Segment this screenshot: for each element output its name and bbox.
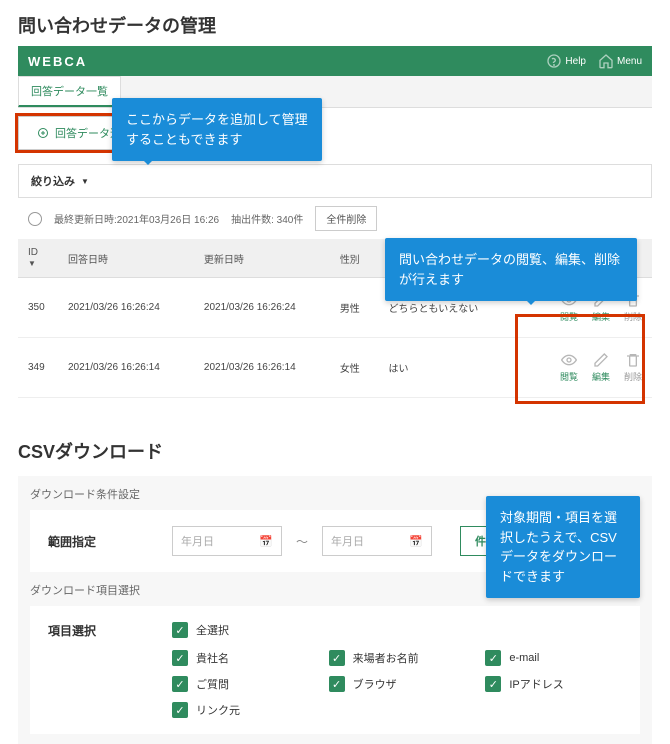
checkbox-label: リンク元 — [196, 702, 240, 718]
col-updated[interactable]: 更新日時 — [194, 239, 330, 278]
last-updated: 最終更新日時:2021年03月26日 16:26 — [54, 211, 219, 226]
range-tilde: 〜 — [296, 533, 308, 550]
plus-circle-icon — [37, 127, 49, 139]
brand-logo: WEBCA — [28, 54, 87, 69]
date-to-input[interactable]: 年月日 📅 — [322, 526, 432, 556]
checkbox[interactable] — [172, 650, 188, 666]
delete-all-button[interactable]: 全件削除 — [315, 206, 377, 231]
checkbox-label: IPアドレス — [509, 676, 563, 692]
checkbox-label: ご質問 — [196, 676, 229, 692]
checkbox-label: ブラウザ — [353, 676, 397, 692]
checkbox-label: 貴社名 — [196, 650, 229, 666]
col-id[interactable]: ID ▼ — [18, 239, 58, 278]
csv-section-title: CSVダウンロード — [0, 398, 670, 476]
select-all-label: 全選択 — [196, 622, 229, 638]
checkbox[interactable] — [172, 702, 188, 718]
menu-link[interactable]: Menu — [598, 53, 642, 69]
checkbox[interactable] — [329, 650, 345, 666]
sort-icon: ▼ — [28, 259, 36, 268]
checkbox-select-all[interactable] — [172, 622, 188, 638]
actions-highlight — [515, 314, 645, 404]
tab-answer-list[interactable]: 回答データ一覧 — [18, 76, 121, 107]
home-icon — [598, 53, 614, 69]
date-from-input[interactable]: 年月日 📅 — [172, 526, 282, 556]
filter-toggle[interactable]: 絞り込み ▼ — [18, 164, 652, 198]
items-label: 項目選択 — [48, 622, 158, 639]
calendar-icon: 📅 — [259, 535, 273, 548]
range-label: 範囲指定 — [48, 533, 158, 550]
help-link[interactable]: Help — [546, 53, 586, 69]
callout-add: ここからデータを追加して管理することもできます — [112, 98, 322, 161]
col-gender[interactable]: 性別 — [330, 239, 379, 278]
callout-actions: 問い合わせデータの閲覧、編集、削除が行えます — [385, 238, 637, 301]
checkbox-label: 来場者お名前 — [353, 650, 419, 666]
checkbox[interactable] — [172, 676, 188, 692]
callout-csv: 対象期間・項目を選択したうえで、CSVデータをダウンロードできます — [486, 496, 640, 598]
checkbox[interactable] — [485, 650, 501, 666]
update-info-row: 最終更新日時:2021年03月26日 16:26 抽出件数: 340件 全件削除 — [18, 198, 652, 239]
refresh-icon[interactable] — [28, 212, 42, 226]
page-title: 問い合わせデータの管理 — [0, 0, 670, 46]
col-answered[interactable]: 回答日時 — [58, 239, 194, 278]
calendar-icon: 📅 — [409, 535, 423, 548]
checkbox[interactable] — [329, 676, 345, 692]
checkbox[interactable] — [485, 676, 501, 692]
chevron-down-icon: ▼ — [81, 177, 89, 186]
help-icon — [546, 53, 562, 69]
count-label: 抽出件数: 340件 — [231, 211, 303, 226]
checkbox-label: e-mail — [509, 652, 539, 664]
topbar: WEBCA Help Menu — [18, 46, 652, 76]
